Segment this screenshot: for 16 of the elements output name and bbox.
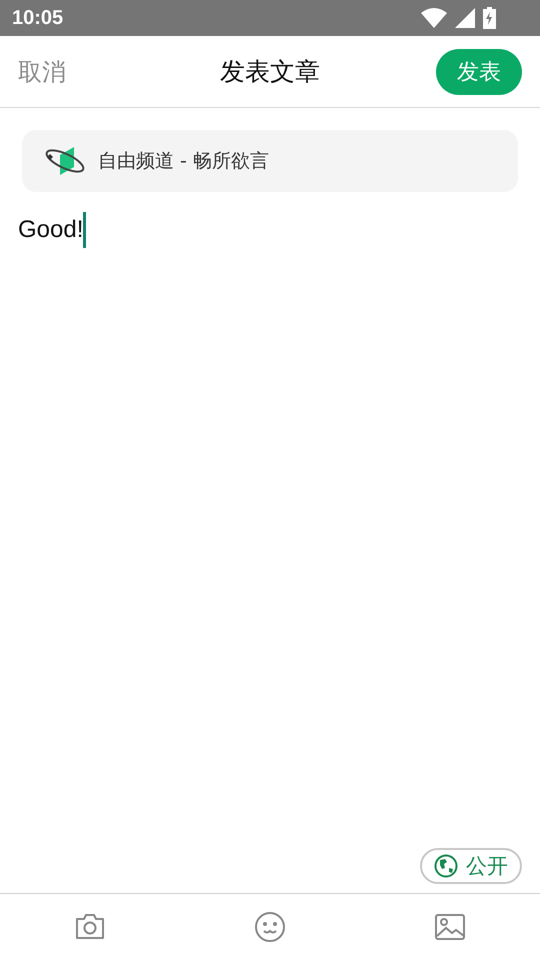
image-button[interactable] (434, 913, 466, 941)
post-text-field[interactable]: Good! (18, 210, 522, 250)
publish-button[interactable]: 发表 (436, 48, 522, 94)
signal-icon (455, 8, 475, 28)
emoji-button[interactable] (254, 911, 286, 943)
battery-icon (483, 7, 496, 29)
clock-time: 10:05 (12, 6, 64, 30)
globe-icon (434, 854, 458, 878)
visibility-button[interactable]: 公开 (420, 848, 522, 884)
channel-name: 自由频道 - 畅所欲言 (98, 149, 269, 174)
wifi-icon (421, 8, 447, 28)
page-title: 发表文章 (220, 56, 320, 88)
channel-selector[interactable]: 自由频道 - 畅所欲言 (22, 130, 518, 192)
channel-logo-icon (44, 145, 86, 177)
camera-button[interactable] (74, 913, 106, 941)
cancel-button[interactable]: 取消 (18, 56, 66, 88)
